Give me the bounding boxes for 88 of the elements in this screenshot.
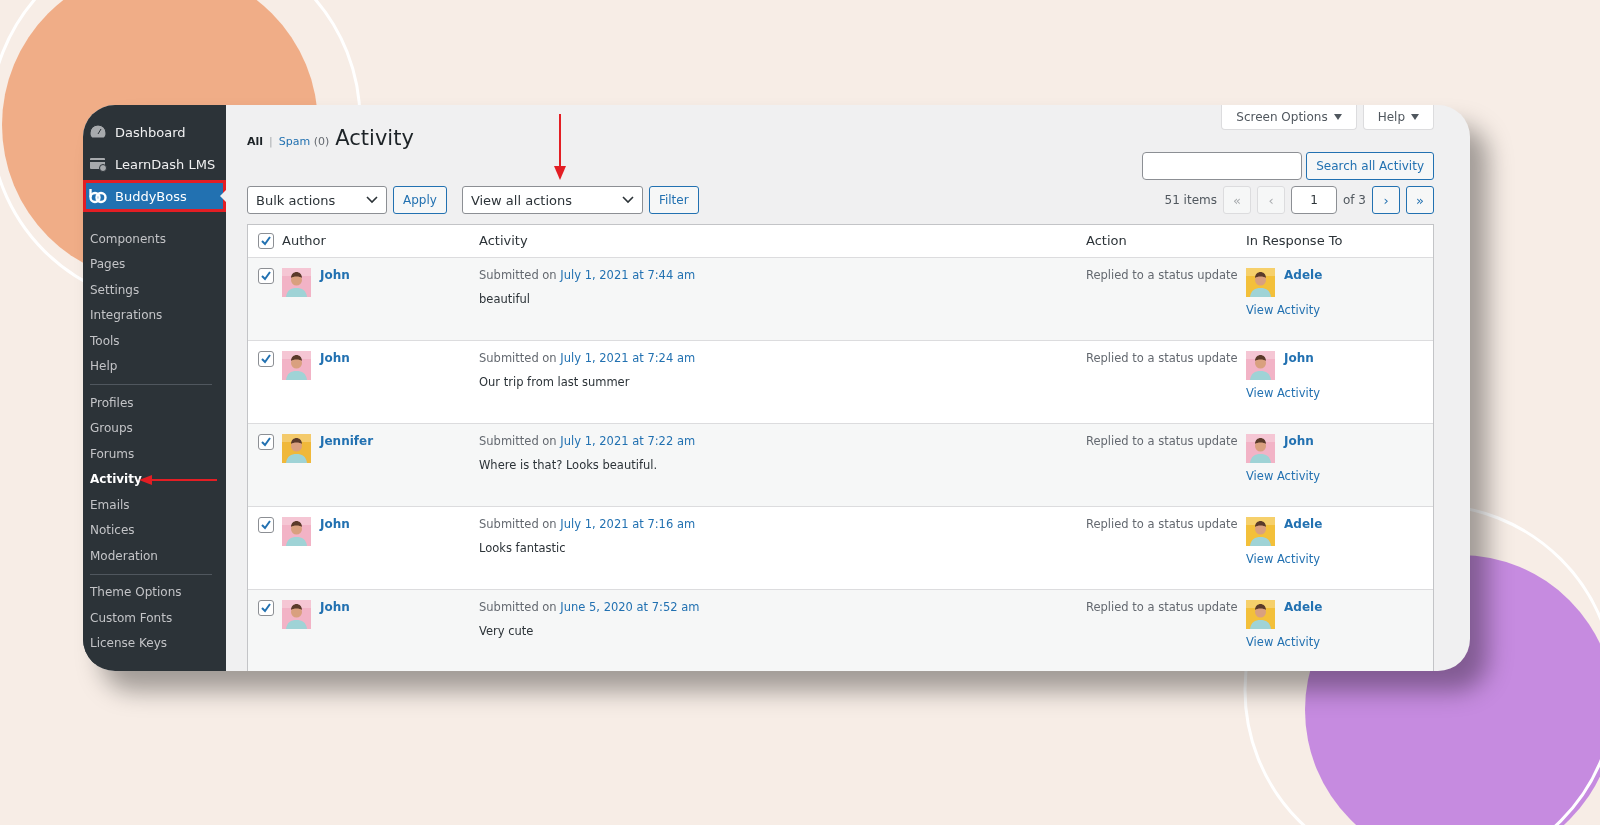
filter-button[interactable]: Filter	[648, 186, 699, 214]
card-icon	[89, 156, 107, 172]
action-text: Replied to a status update	[1086, 268, 1239, 282]
submitted-text: Submitted on July 1, 2021 at 7:44 am	[479, 268, 697, 282]
date-link[interactable]: June 5, 2020 at 7:52 am	[560, 600, 700, 614]
author-link[interactable]: John	[320, 351, 350, 365]
response-author-link[interactable]: John	[1284, 351, 1314, 365]
submenu-item[interactable]: Custom Fonts	[83, 605, 226, 631]
chevron-down-icon	[621, 196, 634, 204]
action-text: Replied to a status update	[1086, 517, 1239, 531]
view-activity-link[interactable]: View Activity	[1246, 635, 1433, 649]
submenu-item[interactable]: Activity	[83, 466, 226, 492]
logo-icon	[89, 188, 107, 204]
checkbox[interactable]	[258, 268, 274, 284]
view-link[interactable]: Spam (0)	[278, 135, 330, 148]
filter-select[interactable]: View all actions	[461, 186, 643, 214]
view-activity-link[interactable]: View Activity	[1246, 386, 1433, 400]
submenu-item[interactable]: Theme Options	[83, 579, 226, 605]
view-activity-link[interactable]: View Activity	[1246, 552, 1433, 566]
page-field[interactable]: 1	[1291, 186, 1337, 214]
page-title: Activity	[335, 126, 414, 150]
activity-text: beautiful	[479, 292, 531, 306]
submenu-item[interactable]: License Keys	[83, 630, 226, 656]
menu-item[interactable]: BuddyBoss	[83, 180, 226, 212]
last-page-button[interactable]: »	[1406, 186, 1434, 214]
checkbox[interactable]	[258, 517, 274, 533]
date-link[interactable]: July 1, 2021 at 7:44 am	[560, 268, 696, 282]
author-link[interactable]: Jennifer	[320, 434, 374, 448]
view-activity-link[interactable]: View Activity	[1246, 303, 1433, 317]
view-separator: |	[269, 135, 273, 148]
checkbox[interactable]	[258, 434, 274, 450]
submenu-item[interactable]: Integrations	[83, 302, 226, 328]
view-link[interactable]: All	[247, 135, 264, 148]
submenu-item[interactable]: Pages	[83, 251, 226, 277]
submitted-text: Submitted on July 1, 2021 at 7:22 am	[479, 434, 697, 448]
caret-icon	[1411, 114, 1419, 120]
submenu-item[interactable]: Emails	[83, 492, 226, 518]
chevron-down-icon	[366, 196, 378, 204]
response-author-link[interactable]: Adele	[1284, 517, 1323, 531]
submitted-text: Submitted on July 1, 2021 at 7:16 am	[479, 517, 697, 531]
action-text: Replied to a status update	[1086, 600, 1239, 614]
date-link[interactable]: July 1, 2021 at 7:22 am	[560, 434, 696, 448]
action-text: Replied to a status update	[1086, 434, 1239, 448]
column-header: In Response To	[1246, 233, 1344, 248]
checkbox[interactable]	[258, 233, 274, 249]
date-link[interactable]: July 1, 2021 at 7:16 am	[560, 517, 696, 531]
column-header: Author	[282, 233, 327, 248]
submenu-item[interactable]: Notices	[83, 517, 226, 543]
column-header: Action	[1086, 233, 1128, 248]
caret-icon	[1333, 114, 1342, 120]
submenu-item[interactable]: Profiles	[83, 390, 226, 416]
apply-button[interactable]: Apply	[393, 186, 447, 214]
menu-item[interactable]: Dashboard	[83, 116, 226, 148]
date-link[interactable]: July 1, 2021 at 7:24 am	[560, 351, 696, 365]
activity-text: Where is that? Looks beautiful.	[479, 458, 659, 472]
next-page-button[interactable]: ›	[1372, 186, 1400, 214]
checkbox[interactable]	[258, 351, 274, 367]
activity-text: Our trip from last summer	[479, 375, 631, 389]
response-author-link[interactable]: John	[1284, 434, 1314, 448]
response-author-link[interactable]: Adele	[1284, 600, 1323, 614]
page-total: of 3	[1343, 193, 1366, 207]
item-count: 51 items	[1164, 193, 1217, 207]
action-text: Replied to a status update	[1086, 351, 1239, 365]
submenu-item[interactable]: Moderation	[83, 543, 226, 569]
submenu-item[interactable]: Tools	[83, 328, 226, 354]
menu-item[interactable]: LearnDash LMS	[83, 148, 226, 180]
search-field[interactable]	[1142, 152, 1303, 180]
author-link[interactable]: John	[320, 268, 350, 282]
search-button[interactable]: Search all Activity	[1306, 152, 1434, 180]
activity-text: Very cute	[479, 624, 535, 638]
submenu-item[interactable]: Components	[83, 226, 226, 252]
header-tab[interactable]: Help	[1362, 105, 1434, 130]
submenu-item[interactable]: Settings	[83, 277, 226, 303]
header-tab[interactable]: Screen Options	[1221, 105, 1357, 130]
submenu-item[interactable]: Groups	[83, 415, 226, 441]
checkbox[interactable]	[258, 600, 274, 616]
author-link[interactable]: John	[320, 600, 350, 614]
submenu-item[interactable]: Forums	[83, 441, 226, 467]
author-link[interactable]: John	[320, 517, 350, 531]
gauge-icon	[89, 124, 107, 140]
submitted-text: Submitted on June 5, 2020 at 7:52 am	[479, 600, 701, 614]
bulk-actions-select[interactable]: Bulk actions	[247, 186, 387, 214]
activity-text: Looks fantastic	[479, 541, 567, 555]
response-author-link[interactable]: Adele	[1284, 268, 1323, 282]
submitted-text: Submitted on July 1, 2021 at 7:24 am	[479, 351, 697, 365]
submenu-item[interactable]: Help	[83, 353, 226, 379]
column-header: Activity	[479, 233, 529, 248]
view-activity-link[interactable]: View Activity	[1246, 469, 1433, 483]
